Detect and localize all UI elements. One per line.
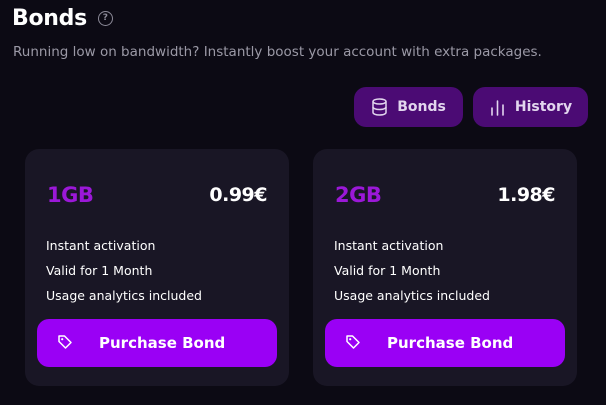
feature-item: Usage analytics included [334,288,490,303]
bonds-button-label: Bonds [397,99,446,115]
feature-list: Instant activation Valid for 1 Month Usa… [46,236,202,311]
purchase-bond-label: Purchase Bond [387,334,514,352]
feature-item: Usage analytics included [46,288,202,303]
tag-icon [346,335,360,349]
bond-size: 1GB [47,183,94,207]
tag-icon [58,335,72,349]
history-button-label: History [514,99,573,115]
bond-price: 1.98€ [497,184,555,206]
feature-item: Valid for 1 Month [46,263,153,278]
database-icon [372,98,387,116]
feature-item: Instant activation [46,238,156,253]
feature-item: Valid for 1 Month [334,263,441,278]
bond-price: 0.99€ [209,184,267,206]
bond-size: 2GB [335,183,382,207]
purchase-bond-label: Purchase Bond [99,334,226,352]
bond-card-2gb: 2GB 1.98€ Instant activation Valid for 1… [313,149,577,386]
bar-chart-icon [491,99,504,116]
page-header: Bonds ? [12,6,113,31]
help-icon[interactable]: ? [97,11,113,26]
bonds-button[interactable]: Bonds [354,87,463,127]
purchase-bond-button[interactable]: Purchase Bond [37,319,277,367]
page-subtitle: Running low on bandwidth? Instantly boos… [13,44,542,60]
history-button[interactable]: History [473,87,588,127]
page-title: Bonds [12,6,87,31]
bond-card-1gb: 1GB 0.99€ Instant activation Valid for 1… [25,149,289,386]
feature-list: Instant activation Valid for 1 Month Usa… [334,236,490,311]
purchase-bond-button[interactable]: Purchase Bond [325,319,565,367]
feature-item: Instant activation [334,238,444,253]
